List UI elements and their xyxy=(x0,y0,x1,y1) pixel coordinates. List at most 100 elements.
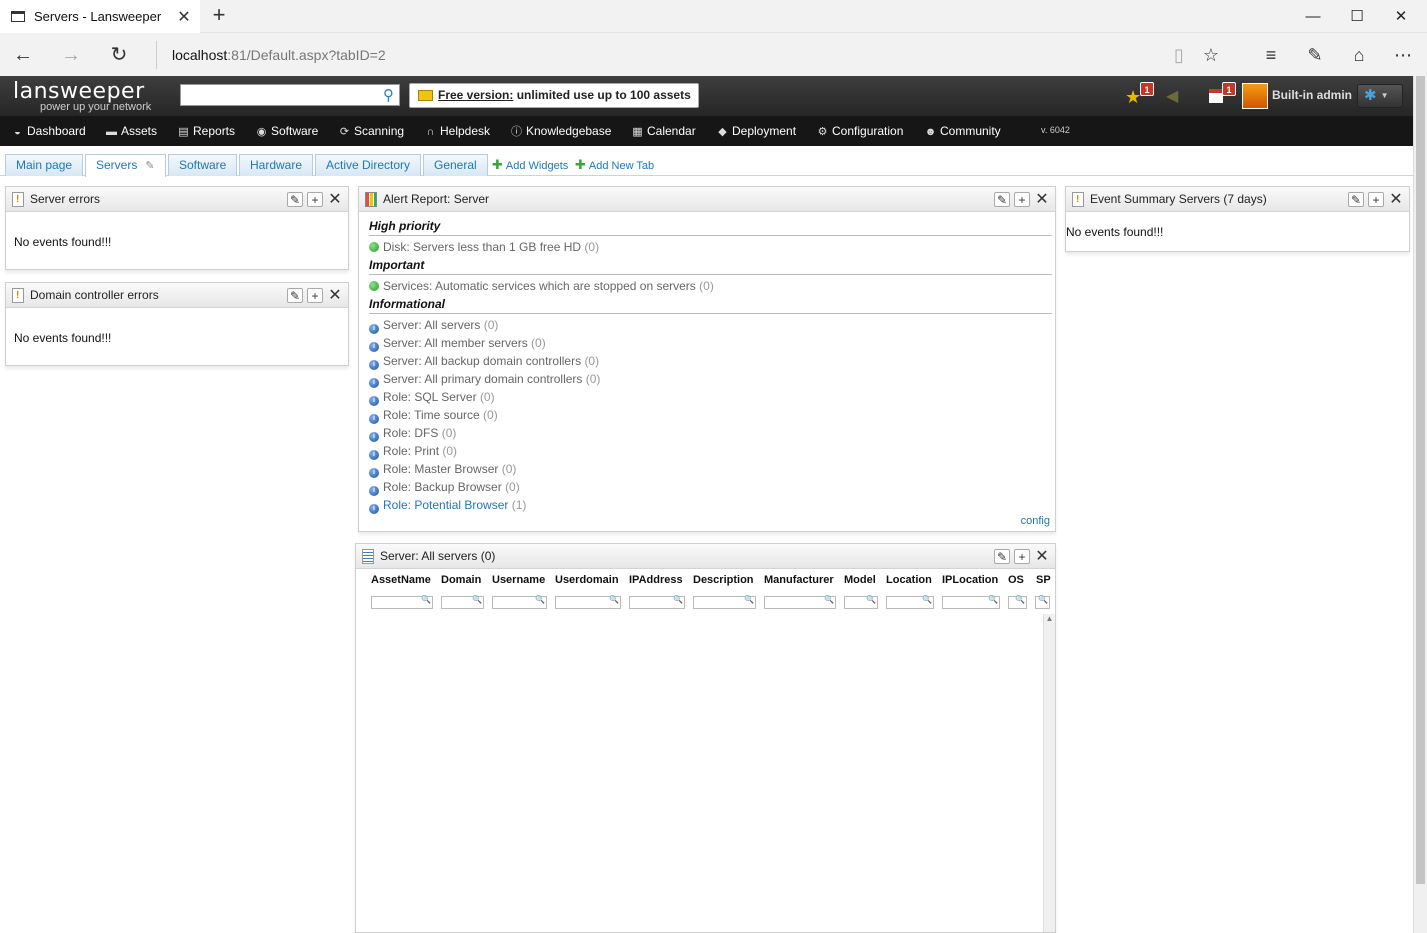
filter-input[interactable] xyxy=(1035,595,1050,609)
column-header[interactable]: Description xyxy=(693,574,754,586)
filter-input[interactable] xyxy=(693,595,756,609)
new-tab-button[interactable]: + xyxy=(208,4,230,26)
alert-label[interactable]: Role: Master Browser xyxy=(383,462,498,476)
scroll-up-icon[interactable]: ▲ xyxy=(1044,614,1055,623)
menu-item-community[interactable]: ☻ Community xyxy=(924,116,1001,146)
alert-row[interactable]: i Server: All primary domain controllers … xyxy=(369,370,1055,388)
alert-label[interactable]: Role: SQL Server xyxy=(383,390,477,404)
add-widgets-link[interactable]: ✚ Add Widgets xyxy=(492,157,568,173)
forward-button[interactable]: → xyxy=(56,41,86,69)
filter-input[interactable] xyxy=(942,595,1000,609)
alert-row[interactable]: i Role: SQL Server (0) xyxy=(369,388,1055,406)
column-header[interactable]: Manufacturer xyxy=(764,574,834,586)
alert-label[interactable]: Role: Backup Browser xyxy=(383,480,502,494)
share-icon[interactable]: ⌂ xyxy=(1344,41,1374,69)
filter-input[interactable] xyxy=(1008,595,1027,609)
alert-row[interactable]: i Role: DFS (0) xyxy=(369,424,1055,442)
alert-label[interactable]: Disk: Servers less than 1 GB free HD xyxy=(383,240,581,254)
free-version-link[interactable]: Free version: xyxy=(438,88,513,102)
close-widget-icon[interactable]: ✕ xyxy=(327,192,343,208)
minimize-button[interactable]: — xyxy=(1290,0,1336,33)
browser-tab[interactable]: Servers - Lansweeper ✕ xyxy=(0,0,200,33)
close-widget-icon[interactable]: ✕ xyxy=(1388,192,1404,208)
column-header[interactable]: AssetName xyxy=(371,574,431,586)
page-scrollbar[interactable] xyxy=(1413,76,1427,933)
config-link[interactable]: config xyxy=(1021,515,1050,527)
lansweeper-logo[interactable]: lansweeper power up your network xyxy=(13,79,151,113)
column-header[interactable]: OS xyxy=(1008,574,1024,586)
filter-input[interactable] xyxy=(441,595,484,609)
menu-item-deployment[interactable]: ◆ Deployment xyxy=(716,116,796,146)
filter-input[interactable] xyxy=(492,595,547,609)
close-widget-icon[interactable]: ✕ xyxy=(1034,549,1050,565)
alert-label[interactable]: Role: Potential Browser xyxy=(383,498,508,512)
url-field[interactable]: localhost:81/Default.aspx?tabID=2 xyxy=(156,41,1146,69)
close-tab-icon[interactable]: ✕ xyxy=(172,7,196,27)
menu-item-knowledgebase[interactable]: ⓘ Knowledgebase xyxy=(510,116,611,146)
edit-widget-icon[interactable]: ✎ xyxy=(994,192,1010,207)
user-name[interactable]: Built-in admin xyxy=(1272,88,1352,102)
tab-general[interactable]: General xyxy=(423,154,488,176)
alert-row[interactable]: i Server: All backup domain controllers (… xyxy=(369,352,1055,370)
tab-active-directory[interactable]: Active Directory xyxy=(315,154,422,176)
maximize-button[interactable]: ☐ xyxy=(1334,0,1380,33)
expand-widget-icon[interactable]: + xyxy=(307,288,323,303)
alert-row[interactable]: i Role: Master Browser (0) xyxy=(369,460,1055,478)
expand-widget-icon[interactable]: + xyxy=(1368,192,1384,207)
alert-label[interactable]: Server: All member servers xyxy=(383,336,528,350)
alert-row[interactable]: i Role: Backup Browser (0) xyxy=(369,478,1055,496)
menu-item-software[interactable]: ◉ Software xyxy=(255,116,319,146)
tab-software[interactable]: Software xyxy=(168,154,238,176)
edit-widget-icon[interactable]: ✎ xyxy=(994,549,1010,564)
menu-item-dashboard[interactable]: ◒ Dashboard xyxy=(11,116,86,146)
expand-widget-icon[interactable]: + xyxy=(1014,192,1030,207)
menu-item-configuration[interactable]: ⚙ Configuration xyxy=(816,116,904,146)
refresh-button[interactable]: ↻ xyxy=(104,41,134,69)
alert-row[interactable]: i Role: Print (0) xyxy=(369,442,1055,460)
hub-icon[interactable]: ≡ xyxy=(1256,41,1286,69)
free-version-banner[interactable]: Free version: unlimited use up to 100 as… xyxy=(409,83,699,108)
widget-header[interactable]: Event Summary Servers (7 days) ✎ + ✕ xyxy=(1066,187,1409,212)
alert-label[interactable]: Server: All servers xyxy=(383,318,480,332)
web-note-icon[interactable]: ✎ xyxy=(1300,41,1330,69)
alert-label[interactable]: Server: All backup domain controllers xyxy=(383,354,581,368)
menu-item-scanning[interactable]: ⟳ Scanning xyxy=(338,116,404,146)
tab-servers[interactable]: Servers ✎ xyxy=(85,154,166,177)
edit-widget-icon[interactable]: ✎ xyxy=(1348,192,1364,207)
column-header[interactable]: Userdomain xyxy=(555,574,619,586)
alert-label[interactable]: Services: Automatic services which are s… xyxy=(383,279,696,293)
close-widget-icon[interactable]: ✕ xyxy=(1034,192,1050,208)
close-widget-icon[interactable]: ✕ xyxy=(327,288,343,304)
edit-widget-icon[interactable]: ✎ xyxy=(287,192,303,207)
tab-hardware[interactable]: Hardware xyxy=(239,154,314,176)
menu-item-assets[interactable]: ▬ Assets xyxy=(105,116,157,146)
menu-item-calendar[interactable]: ▦ Calendar xyxy=(631,116,695,146)
column-header[interactable]: Username xyxy=(492,574,545,586)
column-header[interactable]: Location xyxy=(886,574,932,586)
filter-input[interactable] xyxy=(764,595,836,609)
calendar-icon[interactable] xyxy=(1209,89,1223,103)
filter-input[interactable] xyxy=(886,595,934,609)
avatar[interactable] xyxy=(1242,83,1268,109)
close-window-button[interactable]: ✕ xyxy=(1378,0,1424,33)
reading-view-icon[interactable]: ▯ xyxy=(1164,41,1194,69)
edit-widget-icon[interactable]: ✎ xyxy=(287,288,303,303)
column-header[interactable]: Domain xyxy=(441,574,481,586)
alert-label[interactable]: Role: Time source xyxy=(383,408,480,422)
filter-input[interactable] xyxy=(629,595,685,609)
more-icon[interactable]: ⋯ xyxy=(1388,41,1418,69)
widget-header[interactable]: Server: All servers (0) ✎ + ✕ xyxy=(356,544,1055,569)
expand-widget-icon[interactable]: + xyxy=(1014,549,1030,564)
widget-header[interactable]: Domain controller errors ✎ + ✕ xyxy=(6,283,348,308)
grid-scrollbar[interactable]: ▲ xyxy=(1043,614,1055,932)
alert-label[interactable]: Server: All primary domain controllers xyxy=(383,372,582,386)
favorite-star-icon[interactable]: ☆ xyxy=(1196,41,1226,69)
alert-row[interactable]: i Server: All servers (0) xyxy=(369,316,1055,334)
column-header[interactable]: SP xyxy=(1036,574,1051,586)
alert-row[interactable]: i Server: All member servers (0) xyxy=(369,334,1055,352)
alert-label[interactable]: Role: Print xyxy=(383,444,439,458)
widget-header[interactable]: Server errors ✎ + ✕ xyxy=(6,187,348,212)
megaphone-icon[interactable]: ◀ xyxy=(1166,88,1184,106)
add-new-tab-link[interactable]: ✚ Add New Tab xyxy=(575,157,654,173)
alert-row[interactable]: Disk: Servers less than 1 GB free HD (0) xyxy=(369,238,1055,256)
